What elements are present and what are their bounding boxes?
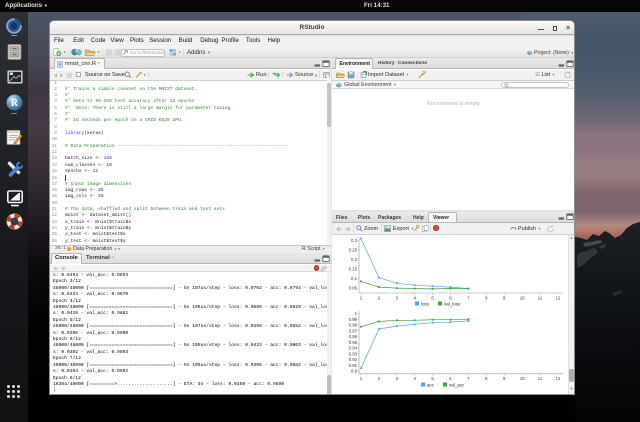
svg-text:R: R: [11, 98, 19, 109]
svg-text:5: 5: [431, 376, 434, 381]
svg-text:3: 3: [396, 376, 399, 381]
svg-text:2: 2: [378, 376, 381, 381]
svg-text:0.2: 0.2: [351, 257, 358, 262]
svg-text:0.96: 0.96: [349, 334, 358, 339]
svg-text:0.3: 0.3: [351, 238, 358, 243]
svg-text:1: 1: [355, 311, 358, 316]
svg-text:10: 10: [520, 376, 525, 381]
svg-text:12: 12: [556, 376, 561, 381]
svg-text:R: R: [58, 62, 62, 68]
svg-text:3: 3: [396, 295, 399, 300]
svg-text:11: 11: [538, 295, 543, 300]
svg-text:0.25: 0.25: [349, 247, 358, 252]
svg-text:val_acc: val_acc: [449, 382, 465, 387]
svg-text:0.9: 0.9: [351, 368, 358, 373]
svg-text:8: 8: [485, 376, 488, 381]
svg-text:8: 8: [485, 295, 488, 300]
svg-text:0.97: 0.97: [349, 328, 358, 333]
svg-text:1: 1: [360, 376, 363, 381]
svg-text:0.15: 0.15: [349, 266, 358, 271]
svg-text:0.1: 0.1: [351, 276, 358, 281]
svg-text:4: 4: [414, 376, 417, 381]
svg-text:0.99: 0.99: [349, 316, 358, 321]
svg-text:6: 6: [449, 295, 452, 300]
svg-text:2: 2: [378, 295, 381, 300]
svg-text:9: 9: [503, 376, 506, 381]
svg-text:0.93: 0.93: [349, 351, 358, 356]
svg-text:1: 1: [360, 295, 363, 300]
svg-text:5: 5: [431, 295, 434, 300]
svg-text:0.98: 0.98: [349, 322, 358, 327]
svg-text:9: 9: [503, 295, 506, 300]
svg-text:0.94: 0.94: [349, 345, 358, 350]
svg-text:0.92: 0.92: [349, 357, 358, 362]
svg-text:7: 7: [467, 376, 470, 381]
svg-text:12: 12: [556, 295, 561, 300]
svg-text:val_loss: val_loss: [444, 301, 461, 306]
svg-text:acc: acc: [427, 382, 435, 387]
svg-text:0.05: 0.05: [349, 285, 358, 290]
svg-text:4: 4: [414, 295, 417, 300]
svg-text:11: 11: [538, 376, 543, 381]
svg-text:0.91: 0.91: [349, 362, 358, 367]
svg-text:7: 7: [467, 295, 470, 300]
svg-text:6: 6: [449, 376, 452, 381]
svg-text:loss: loss: [421, 301, 430, 306]
svg-text:10: 10: [520, 295, 525, 300]
svg-text:0.95: 0.95: [349, 339, 358, 344]
